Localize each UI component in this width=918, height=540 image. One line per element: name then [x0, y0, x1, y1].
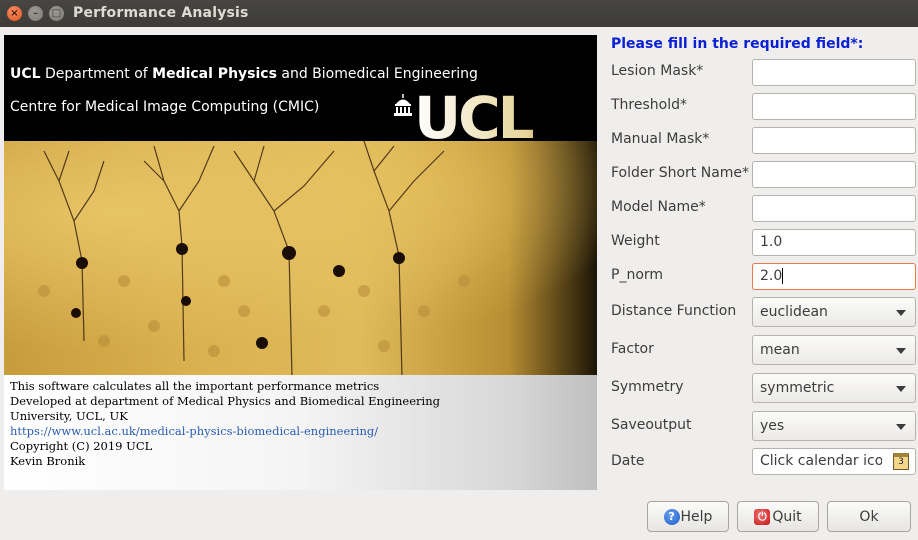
- date-label: Date: [611, 453, 645, 469]
- neuron-soma: [333, 265, 345, 277]
- info-line: Developed at department of Medical Physi…: [10, 394, 440, 408]
- saveoutput-label: Saveoutput: [611, 417, 692, 433]
- info-line: Kevin Bronik: [10, 454, 86, 468]
- info-line: Copyright (C) 2019 UCL: [10, 439, 153, 453]
- threshold-input[interactable]: [752, 93, 916, 120]
- folder-short-name-label: Folder Short Name*: [611, 165, 750, 181]
- neuron-soma: [256, 337, 268, 349]
- weight-input[interactable]: 1.0: [752, 229, 916, 256]
- neuron-soma: [176, 243, 188, 255]
- ok-label: Ok: [859, 508, 879, 525]
- minimize-icon: –: [33, 7, 38, 19]
- calendar-icon[interactable]: 3: [893, 453, 909, 470]
- banner-header: UCL Department of Medical Physics and Bi…: [4, 35, 597, 148]
- help-icon: ?: [663, 508, 680, 525]
- ucl-bold-text: UCL: [10, 66, 41, 82]
- model-name-label: Model Name*: [611, 199, 706, 215]
- banner-image: UCL Department of Medical Physics and Bi…: [4, 35, 597, 490]
- date-input[interactable]: Click calendar icon 3: [752, 448, 916, 475]
- distance-function-value: euclidean: [760, 304, 828, 320]
- factor-value: mean: [760, 342, 800, 358]
- threshold-label: Threshold*: [611, 97, 687, 113]
- help-button[interactable]: ? Help: [647, 501, 729, 532]
- lesion-mask-label: Lesion Mask*: [611, 63, 704, 79]
- ucl-logo: UCL: [414, 88, 574, 148]
- distance-function-select[interactable]: euclidean: [752, 297, 916, 327]
- chevron-down-icon: [896, 348, 906, 354]
- p-norm-input[interactable]: 2.0: [752, 263, 916, 290]
- department-line: UCL Department of Medical Physics and Bi…: [10, 66, 478, 82]
- info-line: This software calculates all the importa…: [10, 379, 380, 393]
- close-icon: ×: [10, 7, 19, 19]
- neuron-soma: [393, 252, 405, 264]
- banner-info: This software calculates all the importa…: [4, 375, 597, 490]
- saveoutput-value: yes: [760, 418, 785, 434]
- dept-text-a: Department of: [40, 66, 153, 82]
- p-norm-value: 2.0: [760, 268, 783, 284]
- weight-label: Weight: [611, 233, 660, 249]
- factor-select[interactable]: mean: [752, 335, 916, 365]
- manual-mask-label: Manual Mask*: [611, 131, 710, 147]
- dome-icon: [394, 94, 412, 116]
- saveoutput-select[interactable]: yes: [752, 411, 916, 441]
- form-heading: Please fill in the required field*:: [611, 36, 864, 52]
- neuron-soma: [76, 257, 88, 269]
- help-label: Help: [680, 508, 713, 525]
- manual-mask-input[interactable]: [752, 127, 916, 154]
- info-link[interactable]: https://www.ucl.ac.uk/medical-physics-bi…: [10, 424, 597, 439]
- quit-label: Quit: [772, 508, 802, 525]
- symmetry-select[interactable]: symmetric: [752, 373, 916, 403]
- dept-text-b: and Biomedical Engineering: [276, 66, 478, 82]
- model-name-input[interactable]: [752, 195, 916, 222]
- ok-button[interactable]: Ok: [827, 501, 911, 532]
- maximize-icon: □: [51, 7, 62, 19]
- maximize-window-button[interactable]: □: [49, 6, 64, 21]
- folder-short-name-input[interactable]: [752, 161, 916, 188]
- symmetry-label: Symmetry: [611, 379, 684, 395]
- title-bar: × – □ Performance Analysis: [0, 0, 918, 27]
- minimize-window-button[interactable]: –: [28, 6, 43, 21]
- power-icon: ⏻: [754, 508, 771, 525]
- chevron-down-icon: [896, 424, 906, 430]
- distance-function-label: Distance Function: [611, 303, 737, 319]
- neuron-soma: [71, 308, 81, 318]
- chevron-down-icon: [896, 310, 906, 316]
- quit-button[interactable]: ⏻ Quit: [737, 501, 819, 532]
- factor-label: Factor: [611, 341, 654, 357]
- medphys-bold-text: Medical Physics: [152, 66, 277, 82]
- text-caret: [782, 268, 784, 284]
- chevron-down-icon: [896, 386, 906, 392]
- neuron-drawing: [38, 141, 470, 377]
- neuron-soma: [181, 296, 191, 306]
- window-title: Performance Analysis: [73, 5, 249, 21]
- date-placeholder: Click calendar icon: [760, 453, 882, 469]
- neuron-photo: [4, 141, 597, 377]
- symmetry-value: symmetric: [760, 380, 835, 396]
- p-norm-label: P_norm: [611, 267, 664, 283]
- neuron-soma: [282, 246, 296, 260]
- lesion-mask-input[interactable]: [752, 59, 916, 86]
- info-line: University, UCL, UK: [10, 409, 128, 423]
- centre-line: Centre for Medical Image Computing (CMIC…: [10, 99, 320, 115]
- close-window-button[interactable]: ×: [7, 6, 22, 21]
